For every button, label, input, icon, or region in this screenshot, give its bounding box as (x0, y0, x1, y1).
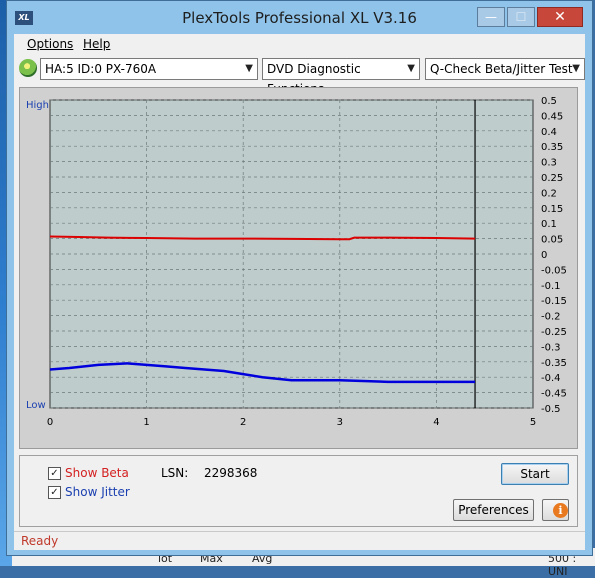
y-tick-label: 0.2 (541, 188, 557, 199)
test-select[interactable]: Q-Check Beta/Jitter Test ▼ (425, 58, 585, 80)
x-tick-label: 4 (433, 417, 439, 428)
beta-jitter-chart: 0.5 0.45 0.4 0.35 0.3 0.25 0.2 0.15 0.1 0.05 0 -0.0… (26, 96, 567, 428)
y-tick-label: -0.35 (541, 358, 567, 369)
show-jitter-label[interactable]: Show Jitter (65, 485, 130, 499)
y-tick-label: 0 (541, 250, 547, 261)
x-tick-label: 2 (240, 417, 246, 428)
drive-select[interactable]: HA:5 ID:0 PX-760A ▼ (40, 58, 258, 80)
x-tick-label: 0 (47, 417, 53, 428)
y-tick-label: 0.25 (541, 173, 563, 184)
status-bar: Ready (14, 531, 585, 550)
show-beta-checkbox[interactable]: ✓ (48, 467, 61, 480)
high-label: High (26, 100, 49, 111)
function-select[interactable]: DVD Diagnostic Functions ▼ (262, 58, 420, 96)
maximize-button[interactable]: ☐ (507, 7, 535, 27)
y-tick-label: -0.2 (541, 312, 561, 323)
y-tick-label: -0.4 (541, 373, 561, 384)
chevron-down-icon: ▼ (245, 63, 253, 74)
start-button[interactable]: Start (501, 463, 569, 485)
controls-panel: ✓ Show Beta ✓ Show Jitter LSN: 2298368 S… (19, 455, 578, 527)
lsn-value: 2298368 (204, 466, 258, 480)
y-tick-label: 0.4 (541, 127, 557, 138)
y-tick-label: -0.45 (541, 389, 567, 400)
y-tick-label: 0.05 (541, 235, 563, 246)
show-jitter-checkbox[interactable]: ✓ (48, 486, 61, 499)
drive-select-value: HA:5 ID:0 PX-760A (45, 62, 157, 76)
toolbar: HA:5 ID:0 PX-760A ▼ DVD Diagnostic Funct… (14, 54, 585, 96)
y-tick-label: 0.35 (541, 142, 563, 153)
y-tick-label: -0.25 (541, 327, 567, 338)
x-tick-label: 1 (143, 417, 149, 428)
status-text: Ready (21, 534, 59, 548)
preferences-button[interactable]: Preferences (453, 499, 534, 521)
y-tick-label: 0.1 (541, 219, 557, 230)
y-tick-label: 0.15 (541, 204, 563, 215)
x-tick-label: 5 (530, 417, 536, 428)
chart-panel: 0.5 0.45 0.4 0.35 0.3 0.25 0.2 0.15 0.1 0.05 0 -0.0… (19, 87, 578, 449)
test-select-value: Q-Check Beta/Jitter Test (430, 62, 573, 76)
client-area: Options Help HA:5 ID:0 PX-760A ▼ DVD Dia… (14, 34, 585, 550)
show-beta-label[interactable]: Show Beta (65, 466, 129, 480)
chevron-down-icon: ▼ (572, 63, 580, 74)
plextools-window: XL PlexTools Professional XL V3.16 — ☐ ✕… (6, 0, 593, 556)
minimize-button[interactable]: — (477, 7, 505, 27)
close-button[interactable]: ✕ (537, 7, 583, 27)
y-tick-label: -0.5 (541, 404, 561, 415)
y-tick-label: -0.05 (541, 265, 567, 276)
y-tick-label: -0.15 (541, 296, 567, 307)
x-tick-label: 3 (337, 417, 343, 428)
y-tick-label: -0.3 (541, 342, 561, 353)
title-bar[interactable]: XL PlexTools Professional XL V3.16 — ☐ ✕ (7, 1, 592, 35)
lsn-label: LSN: (161, 466, 189, 480)
chevron-down-icon: ▼ (407, 63, 415, 74)
menu-help[interactable]: Help (83, 37, 110, 51)
drive-disc-icon (19, 59, 37, 77)
info-icon: i (553, 503, 568, 518)
y-tick-label: -0.1 (541, 281, 561, 292)
y-tick-label: 0.45 (541, 111, 563, 122)
info-button[interactable]: i (542, 499, 569, 521)
y-tick-label: 0.3 (541, 158, 557, 169)
y-tick-label: 0.5 (541, 96, 557, 107)
menu-bar: Options Help (14, 34, 585, 54)
menu-options[interactable]: Options (27, 37, 73, 51)
low-label: Low (26, 400, 46, 411)
